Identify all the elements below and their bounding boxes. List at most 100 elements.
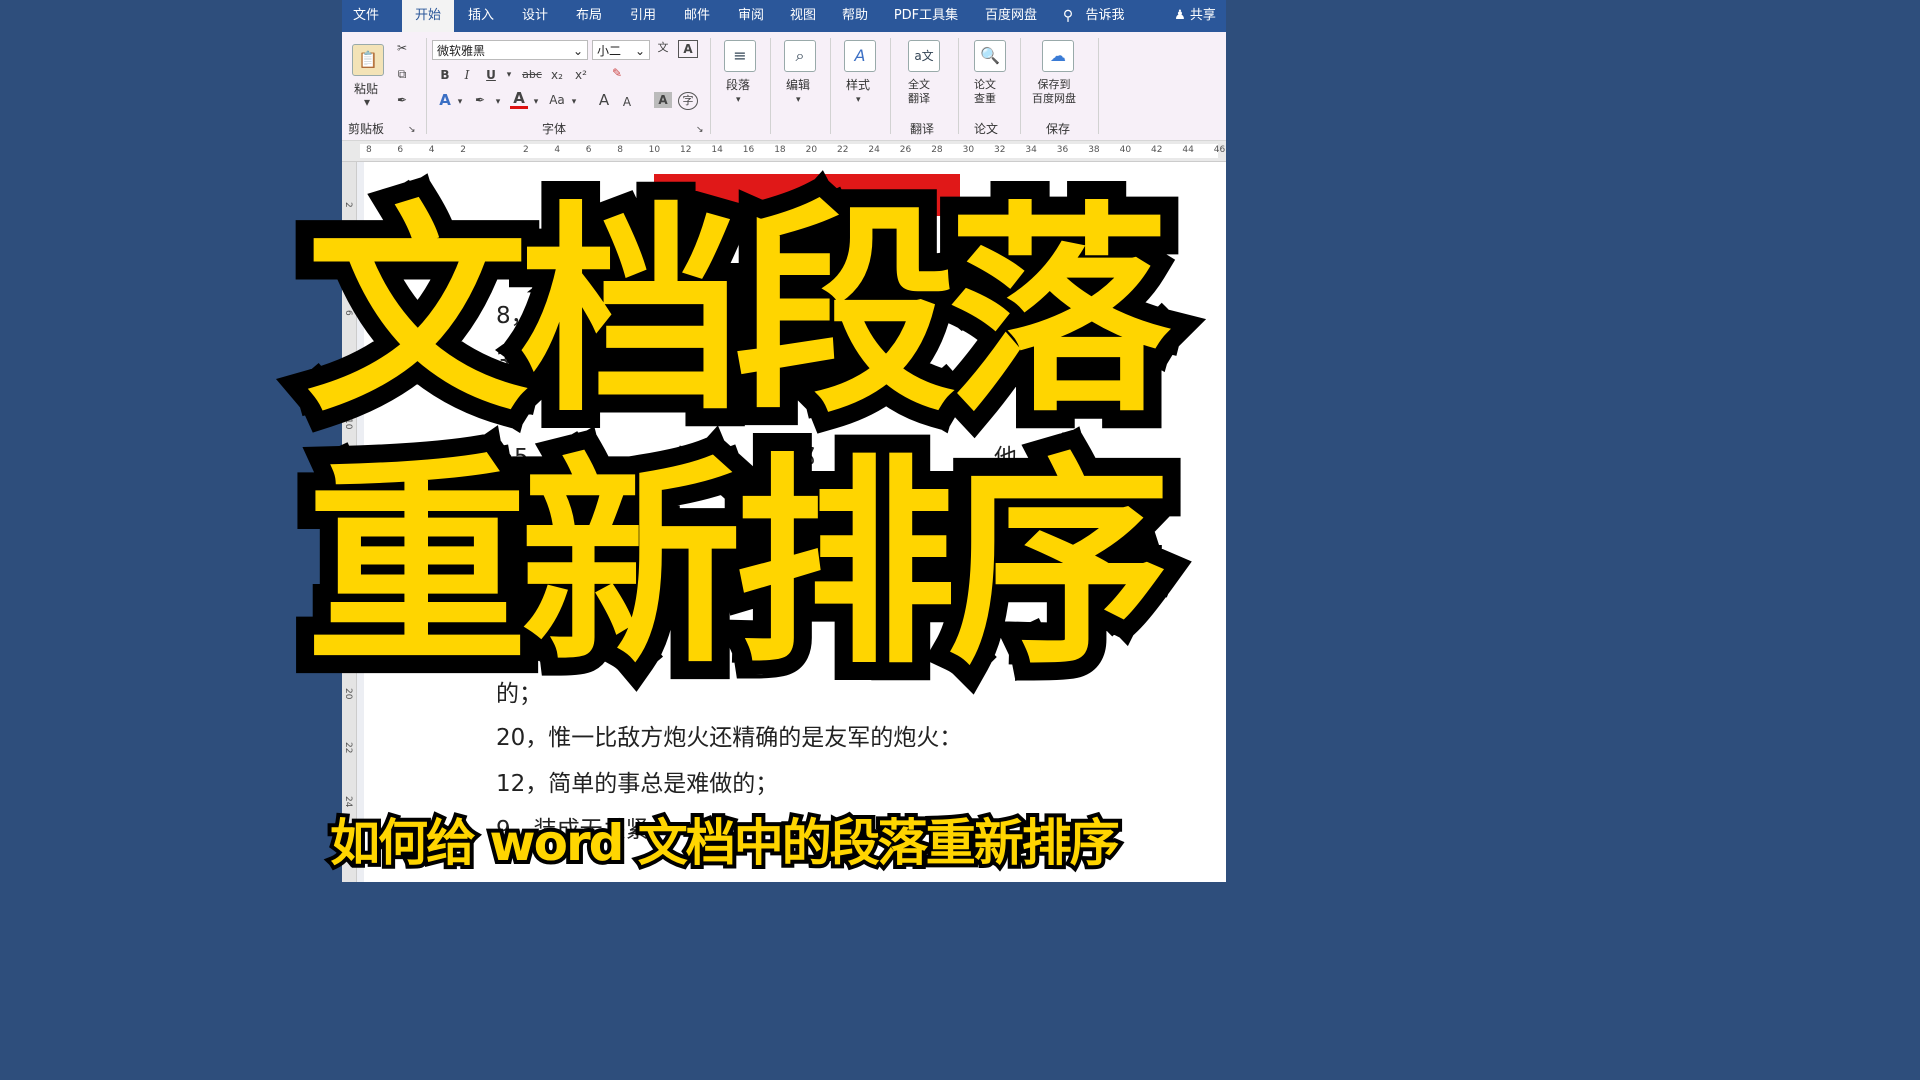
grow-font-button[interactable]: A bbox=[596, 92, 612, 108]
strikethrough-button[interactable]: abc bbox=[520, 67, 544, 83]
tab-help[interactable]: 帮助 bbox=[834, 0, 876, 32]
tab-insert[interactable]: 插入 bbox=[460, 0, 502, 32]
ruler-tick: 8 bbox=[366, 145, 372, 155]
tab-design[interactable]: 设计 bbox=[514, 0, 556, 32]
font-size-value: 小二 bbox=[597, 44, 622, 58]
chevron-down-icon: ⌄ bbox=[572, 44, 583, 58]
share-label: 共享 bbox=[1189, 8, 1216, 23]
copy-icon[interactable]: ⧉ bbox=[394, 66, 410, 82]
save-to-baidu-label[interactable]: 保存到 百度网盘 bbox=[1032, 78, 1076, 106]
font-name-value: 微软雅黑 bbox=[437, 44, 486, 58]
tab-view[interactable]: 视图 bbox=[782, 0, 824, 32]
font-launcher-icon[interactable]: ↘ bbox=[696, 122, 704, 138]
translate-icon[interactable]: a文 bbox=[908, 40, 940, 72]
ruler-tick: 34 bbox=[1025, 145, 1037, 155]
save-group-label: 保存 bbox=[1046, 122, 1071, 136]
shrink-font-button[interactable]: A bbox=[620, 94, 634, 110]
font-color-dropdown-icon[interactable]: ▾ bbox=[532, 94, 540, 110]
editing-label[interactable]: 编辑 bbox=[786, 76, 810, 93]
ruler-tick: 18 bbox=[774, 145, 786, 155]
ruler-tick: 32 bbox=[994, 145, 1006, 155]
change-case-button[interactable]: Aa bbox=[546, 92, 568, 108]
paragraph-label[interactable]: 段落 bbox=[726, 76, 750, 93]
paste-icon[interactable]: 📋 bbox=[352, 44, 384, 76]
chevron-down-icon: ⌄ bbox=[634, 44, 645, 58]
ruler-tick: 42 bbox=[1151, 145, 1163, 155]
lightbulb-icon: ⚲ bbox=[1062, 8, 1074, 24]
highlight-dropdown-icon[interactable]: ▾ bbox=[494, 94, 502, 110]
overlay-title-line-2: 重新排序 bbox=[288, 418, 1188, 712]
italic-button[interactable]: I bbox=[460, 67, 474, 83]
tab-review[interactable]: 审阅 bbox=[730, 0, 772, 32]
separator bbox=[830, 38, 831, 134]
paragraph-icon[interactable]: ≡ bbox=[724, 40, 756, 72]
superscript-button[interactable]: x² bbox=[572, 67, 590, 83]
baidu-netdisk-icon[interactable]: ☁ bbox=[1042, 40, 1074, 72]
text-effects-icon[interactable]: A bbox=[436, 92, 454, 108]
paper-check-button-label[interactable]: 论文 查重 bbox=[974, 78, 996, 106]
font-size-combo[interactable]: 小二 ⌄ bbox=[592, 40, 650, 60]
translate-button-label[interactable]: 全文 翻译 bbox=[908, 78, 930, 106]
underline-button[interactable]: U bbox=[484, 67, 498, 83]
character-shading-icon[interactable]: A bbox=[654, 92, 672, 108]
styles-dropdown-icon[interactable]: ▾ bbox=[856, 92, 861, 108]
change-case-dropdown-icon[interactable]: ▾ bbox=[570, 94, 578, 110]
ruler-tick: 30 bbox=[962, 145, 975, 155]
paste-dropdown-icon[interactable]: ▾ bbox=[364, 94, 370, 110]
person-icon: ♟ bbox=[1174, 8, 1186, 23]
ruler-tick: 38 bbox=[1088, 145, 1100, 155]
styles-label[interactable]: 样式 bbox=[846, 76, 870, 93]
paper-group-label: 论文 bbox=[974, 122, 999, 136]
cut-icon[interactable]: ✂ bbox=[394, 40, 410, 56]
separator bbox=[770, 38, 771, 134]
font-group-label: 字体 bbox=[542, 122, 567, 136]
clipboard-launcher-icon[interactable]: ↘ bbox=[408, 122, 416, 138]
vruler-tick: 22 bbox=[343, 742, 353, 754]
separator bbox=[1020, 38, 1021, 134]
horizontal-ruler[interactable]: 8 6 4 2 2 4 6 8 10 12 14 16 18 20 22 24 26 28 30 32 34 36 38 40… bbox=[342, 141, 1226, 162]
ribbon-home: 📋 粘贴 ▾ ✂ ⧉ ✒ 剪贴板 ↘ 微软雅黑 ⌄ 小二 ⌄ 文 A B I U… bbox=[342, 32, 1226, 141]
bold-button[interactable]: B bbox=[438, 67, 452, 83]
separator bbox=[958, 38, 959, 134]
ruler-tick: 24 bbox=[868, 145, 880, 155]
ruler-tick: 6 bbox=[585, 145, 592, 155]
font-color-icon[interactable]: A bbox=[510, 90, 528, 109]
clipboard-group-label: 剪贴板 bbox=[348, 122, 385, 136]
tab-pdf-tools[interactable]: PDF工具集 bbox=[888, 0, 964, 32]
document-line: 20，惟一比敌方炮火还精确的是友军的炮火： bbox=[496, 725, 963, 751]
text-effects-dropdown-icon[interactable]: ▾ bbox=[456, 94, 464, 110]
separator bbox=[890, 38, 891, 134]
editing-search-icon[interactable]: ⌕ bbox=[784, 40, 816, 72]
subscript-button[interactable]: x₂ bbox=[548, 67, 566, 83]
format-painter-icon[interactable]: ✒ bbox=[394, 92, 410, 108]
overlay-subtitle: 如何给 word 文档中的段落重新排序 bbox=[326, 810, 1124, 876]
enclose-characters-icon[interactable]: 字 bbox=[678, 92, 698, 110]
tab-file[interactable]: 文件 bbox=[342, 0, 390, 32]
font-name-combo[interactable]: 微软雅黑 ⌄ bbox=[432, 40, 588, 60]
clear-formatting-icon[interactable]: ✎ bbox=[608, 65, 626, 81]
paragraph-dropdown-icon[interactable]: ▾ bbox=[736, 92, 741, 108]
ruler-tick: 4 bbox=[554, 145, 561, 155]
ruler-tick: 16 bbox=[742, 145, 755, 155]
ruler-tick: 26 bbox=[899, 145, 912, 155]
tab-layout[interactable]: 布局 bbox=[568, 0, 610, 32]
share-button[interactable]: ♟ 共享 bbox=[1164, 0, 1226, 32]
ruler-tick: 2 bbox=[460, 145, 466, 155]
tab-baidu-netdisk[interactable]: 百度网盘 bbox=[976, 0, 1046, 32]
ruler-tick: 10 bbox=[648, 145, 661, 155]
tell-me-search[interactable]: 告诉我 bbox=[1080, 0, 1130, 32]
paper-check-icon[interactable]: 🔍 bbox=[974, 40, 1006, 72]
tab-home[interactable]: 开始 bbox=[402, 0, 454, 32]
styles-icon[interactable]: A bbox=[844, 40, 876, 72]
highlight-icon[interactable]: ✒ bbox=[470, 92, 490, 108]
tab-references[interactable]: 引用 bbox=[622, 0, 664, 32]
underline-dropdown-icon[interactable]: ▾ bbox=[504, 67, 514, 83]
ribbon-tab-bar: 文件 开始 插入 设计 布局 引用 邮件 审阅 视图 帮助 PDF工具集 百度网… bbox=[342, 0, 1226, 32]
phonetic-guide-icon[interactable]: 文 bbox=[654, 40, 672, 56]
editing-dropdown-icon[interactable]: ▾ bbox=[796, 92, 801, 108]
separator bbox=[710, 38, 711, 134]
character-border-icon[interactable]: A bbox=[678, 40, 698, 58]
ruler-tick: 40 bbox=[1119, 145, 1132, 155]
tab-mailings[interactable]: 邮件 bbox=[676, 0, 718, 32]
ruler-tick: 6 bbox=[397, 145, 404, 155]
